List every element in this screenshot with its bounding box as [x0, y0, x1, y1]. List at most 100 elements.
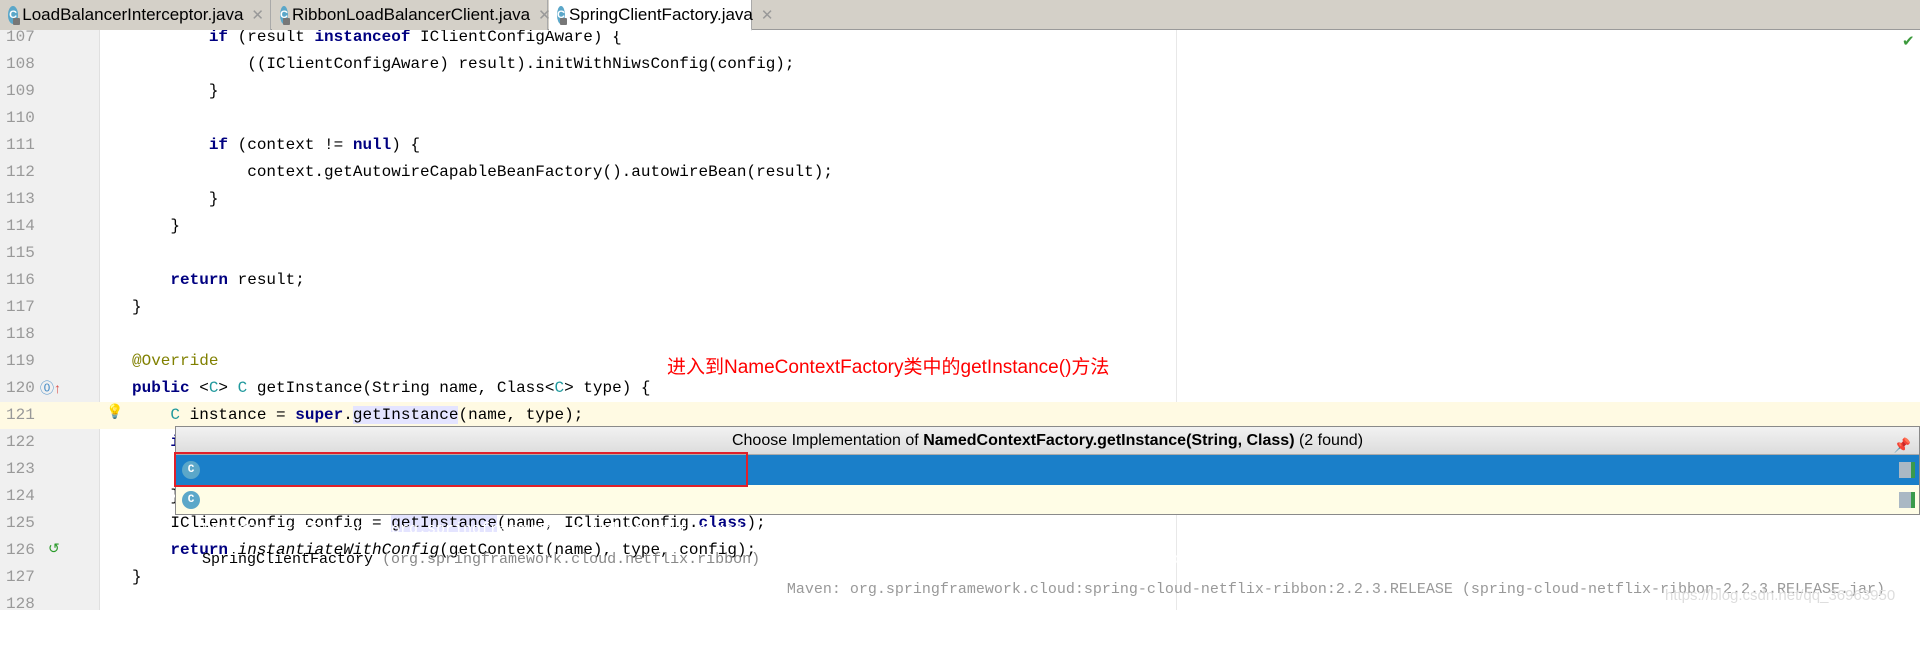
- code-token: }: [132, 568, 142, 586]
- tab-ribbon-load-balancer-client[interactable]: C RibbonLoadBalancerClient.java ✕: [272, 0, 551, 30]
- code-token: ) {: [391, 136, 421, 154]
- lightbulb-icon[interactable]: 💡: [106, 403, 123, 420]
- jar-library-icon: [1899, 462, 1915, 478]
- code-text: i: [132, 429, 180, 456]
- class-icon: C: [280, 6, 290, 25]
- code-line[interactable]: 118: [0, 321, 1920, 348]
- code-token: <: [189, 379, 209, 397]
- code-token: instance =: [180, 406, 296, 424]
- code-line[interactable]: 111 if (context != null) {: [0, 132, 1920, 159]
- tab-label: LoadBalancerInterceptor.java: [22, 5, 244, 24]
- line-number: 114: [6, 217, 35, 235]
- code-token: (name, type);: [458, 406, 584, 424]
- code-text: }: [132, 483, 180, 510]
- annotation-note: 进入到NameContextFactory类中的getInstance()方法: [667, 357, 1110, 378]
- item-name: SpringClientFactory: [202, 551, 374, 568]
- code-token: context.getAutowireCapableBeanFactory().…: [132, 163, 833, 181]
- code-text: public <C> C getInstance(String name, Cl…: [132, 375, 651, 402]
- highlight-box: [174, 452, 748, 487]
- code-token: super: [295, 406, 344, 424]
- code-line[interactable]: 109 }: [0, 78, 1920, 105]
- code-token: C: [208, 379, 219, 397]
- code-token: }: [132, 190, 219, 208]
- code-token: public: [132, 379, 190, 397]
- code-text: ((IClientConfigAware) result).initWithNi…: [132, 51, 795, 78]
- tab-load-balancer-interceptor[interactable]: C LoadBalancerInterceptor.java ✕: [0, 0, 271, 30]
- code-token: }: [132, 298, 142, 316]
- line-number: 121: [6, 406, 35, 424]
- code-token: if: [208, 136, 229, 154]
- code-text: if (context != null) {: [132, 132, 420, 159]
- popup-found-count: (2 found): [1294, 432, 1364, 449]
- code-token: C: [554, 379, 565, 397]
- code-token: ((IClientConfigAware) result).initWithNi…: [132, 55, 795, 73]
- item-package: (org.springframework.cloud.context.named…: [373, 521, 752, 538]
- code-token: }: [132, 487, 181, 505]
- code-token: C: [237, 379, 248, 397]
- code-line[interactable]: 117}: [0, 294, 1920, 321]
- code-line[interactable]: 115: [0, 240, 1920, 267]
- item-package: (org.springframework.cloud.netflix.ribbo…: [373, 551, 761, 568]
- line-number: 123: [6, 460, 35, 478]
- class-icon: C: [557, 5, 567, 25]
- code-line[interactable]: 112 context.getAutowireCapableBeanFactor…: [0, 159, 1920, 186]
- line-number: 124: [6, 487, 35, 505]
- code-token: if: [208, 28, 229, 46]
- line-number: 113: [6, 190, 35, 208]
- jar-library-icon: [1899, 492, 1915, 508]
- tab-label: RibbonLoadBalancerClient.java: [291, 5, 531, 24]
- code-token: getInstance(String name, Class<: [247, 379, 555, 397]
- line-number: 122: [6, 433, 35, 451]
- line-number: 127: [6, 568, 35, 586]
- tab-spring-client-factory[interactable]: C SpringClientFactory.java ✕: [549, 0, 773, 31]
- line-number: 128: [6, 595, 35, 613]
- code-line[interactable]: 108 ((IClientConfigAware) result).initWi…: [0, 51, 1920, 78]
- code-token: >: [218, 379, 238, 397]
- code-token: (context !=: [228, 136, 353, 154]
- code-text: context.getAutowireCapableBeanFactory().…: [132, 159, 833, 186]
- code-token: result;: [228, 271, 305, 289]
- line-number: 117: [6, 298, 35, 316]
- code-text: }: [132, 78, 219, 105]
- code-token: instanceof: [314, 28, 411, 46]
- code-line[interactable]: 110: [0, 105, 1920, 132]
- line-number: 111: [6, 136, 35, 154]
- line-number: 119: [6, 352, 35, 370]
- watermark: https://blog.csdn.net/qq_36963950: [1665, 587, 1896, 604]
- line-number: 110: [6, 109, 35, 127]
- line-number: 112: [6, 163, 35, 181]
- close-icon[interactable]: ✕: [251, 6, 264, 24]
- popup-title-method: NamedContextFactory.getInstance(String, …: [923, 432, 1295, 449]
- code-token: }: [132, 82, 219, 100]
- code-token: }: [132, 217, 181, 235]
- code-token: null: [352, 136, 392, 154]
- line-number: 109: [6, 82, 35, 100]
- code-line[interactable]: 116 return result;: [0, 267, 1920, 294]
- code-line[interactable]: 121 C instance = super.getInstance(name,…: [0, 402, 1920, 429]
- close-icon[interactable]: ✕: [761, 6, 774, 24]
- overrides-method-icon[interactable]: ⓪↑: [40, 378, 61, 398]
- code-line[interactable]: 120 public <C> C getInstance(String name,…: [0, 375, 1920, 402]
- code-token: .: [343, 406, 353, 424]
- editor-tabs: C LoadBalancerInterceptor.java ✕ C Ribbo…: [0, 0, 1920, 31]
- inspection-ok-check-icon[interactable]: ✔: [1902, 32, 1915, 50]
- code-text: @Override: [132, 348, 218, 375]
- code-text: }: [132, 186, 219, 213]
- code-line[interactable]: 114 }: [0, 213, 1920, 240]
- item-name: NamedContextFactory: [202, 521, 374, 538]
- item-location: Maven: org.springframework.cloud:spring-…: [912, 551, 1885, 568]
- popup-title-prefix: Choose Implementation of: [731, 432, 924, 449]
- class-icon: C: [8, 6, 21, 25]
- line-number: 108: [6, 55, 35, 73]
- code-line[interactable]: 113 }: [0, 186, 1920, 213]
- code-token: getInstance: [352, 406, 459, 424]
- implementation-item-spring-client-factory[interactable]: C SpringClientFactory (org.springframewo…: [176, 485, 1919, 598]
- code-token: @Override: [132, 352, 219, 370]
- popup-header: Choose Implementation of NamedContextFac…: [176, 427, 1919, 455]
